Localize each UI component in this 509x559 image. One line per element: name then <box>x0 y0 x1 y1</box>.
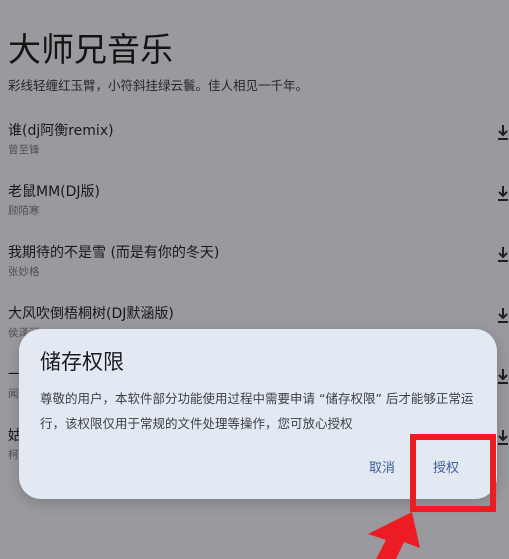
highlight-box <box>410 434 496 512</box>
dialog-title: 储存权限 <box>40 350 124 374</box>
cancel-button[interactable]: 取消 <box>369 457 395 476</box>
arrow-annotation-icon <box>368 512 420 559</box>
dialog-message: 尊敬的用户，本软件部分功能使用过程中需要申请 “储存权限” 后才能够正常运行，该… <box>40 391 474 431</box>
